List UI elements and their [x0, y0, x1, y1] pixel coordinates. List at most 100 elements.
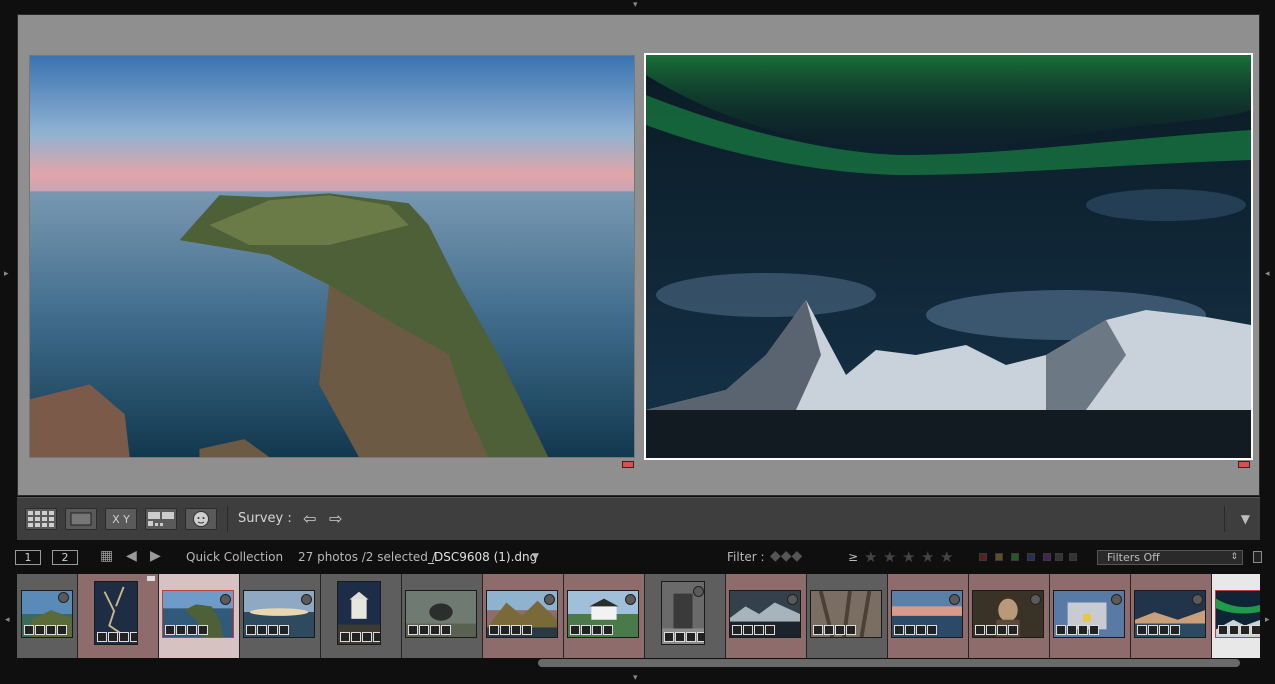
filmstrip-cell-selected[interactable] [159, 574, 240, 658]
badge-icon[interactable] [697, 632, 704, 642]
badge-icon[interactable] [108, 632, 118, 642]
source-name[interactable]: Quick Collection [186, 550, 283, 564]
badge-icon[interactable] [24, 625, 34, 635]
filmstrip-cell[interactable] [807, 574, 888, 658]
badge-icon[interactable] [894, 625, 904, 635]
filmstrip-cell[interactable] [726, 574, 807, 658]
forward-arrow-icon[interactable]: ▶ [150, 548, 161, 564]
survey-view-button[interactable] [145, 508, 177, 530]
badge-icon[interactable] [57, 625, 67, 635]
filmstrip-cell[interactable] [645, 574, 726, 658]
grid-view-button[interactable] [25, 508, 57, 530]
badge-icon[interactable] [1229, 625, 1239, 635]
color-filter-blue[interactable] [1027, 553, 1035, 561]
compare-view-button[interactable]: X Y [105, 508, 137, 530]
badge-icon[interactable] [351, 632, 361, 642]
selected-filename[interactable]: _DSC9608 (1).dng [428, 550, 537, 564]
badge-icon[interactable] [176, 625, 186, 635]
badge-icon[interactable] [268, 625, 278, 635]
survey-photo-cliff[interactable] [29, 55, 635, 458]
left-panel-toggle-icon[interactable]: ▸ [4, 270, 9, 279]
thumbnail[interactable] [1215, 590, 1260, 638]
primary-window-button[interactable]: 1 [15, 550, 41, 565]
rating-operator[interactable]: ≥ [848, 550, 858, 564]
toolbar-content-menu-icon[interactable]: ▼ [1241, 512, 1250, 526]
badge-icon[interactable] [489, 625, 499, 635]
badge-icon[interactable] [1240, 625, 1250, 635]
badge-icon[interactable] [522, 625, 532, 635]
badge-icon[interactable] [1067, 625, 1077, 635]
badge-icon[interactable] [1159, 625, 1169, 635]
badge-icon[interactable] [1148, 625, 1158, 635]
badge-icon[interactable] [246, 625, 256, 635]
badge-icon[interactable] [997, 625, 1007, 635]
filmstrip-cell[interactable] [969, 574, 1050, 658]
badge-icon[interactable] [846, 625, 856, 635]
badge-icon[interactable] [592, 625, 602, 635]
badge-icon[interactable] [986, 625, 996, 635]
badge-icon[interactable] [686, 632, 696, 642]
filmstrip-cell[interactable] [321, 574, 402, 658]
flag-filter-icon[interactable]: ◆◆◆ [770, 548, 802, 564]
people-view-button[interactable] [185, 508, 217, 530]
badge-icon[interactable] [130, 632, 137, 642]
badge-icon[interactable] [1137, 625, 1147, 635]
quick-collection-marker-icon[interactable] [625, 594, 636, 605]
badge-icon[interactable] [905, 625, 915, 635]
filename-dropdown-icon[interactable]: ▼ [532, 552, 539, 562]
quick-collection-marker-icon[interactable] [544, 594, 555, 605]
arrow-right-icon[interactable]: ⇨ [329, 509, 342, 528]
badge-icon[interactable] [1251, 625, 1260, 635]
badge-icon[interactable] [279, 625, 289, 635]
badge-icon[interactable] [570, 625, 580, 635]
badge-icon[interactable] [198, 625, 208, 635]
star-icon[interactable]: ★ [940, 548, 953, 566]
badge-icon[interactable] [35, 625, 45, 635]
right-panel-toggle-icon[interactable]: ◂ [1265, 270, 1270, 279]
quick-collection-marker-icon[interactable] [1111, 594, 1122, 605]
badge-icon[interactable] [754, 625, 764, 635]
badge-icon[interactable] [603, 625, 613, 635]
badge-icon[interactable] [500, 625, 510, 635]
filmstrip-scroll-right-icon[interactable]: ▸ [1265, 616, 1270, 625]
badge-icon[interactable] [419, 625, 429, 635]
filmstrip-cell[interactable] [564, 574, 645, 658]
filmstrip-scrollbar[interactable] [538, 659, 1240, 667]
thumbnail[interactable] [337, 581, 381, 645]
badge-icon[interactable] [165, 625, 175, 635]
color-filter-custom[interactable] [1055, 553, 1063, 561]
color-filter-green[interactable] [1011, 553, 1019, 561]
badge-icon[interactable] [257, 625, 267, 635]
loupe-view-button[interactable] [65, 508, 97, 530]
grid-view-small-icon[interactable]: ▦ [100, 548, 113, 564]
badge-icon[interactable] [675, 632, 685, 642]
badge-icon[interactable] [97, 632, 107, 642]
top-panel-toggle-icon[interactable]: ▾ [633, 1, 638, 10]
badge-icon[interactable] [430, 625, 440, 635]
filmstrip-cell[interactable] [240, 574, 321, 658]
survey-photo-aurora[interactable] [644, 53, 1253, 460]
badge-icon[interactable] [835, 625, 845, 635]
quick-collection-marker-icon[interactable] [1030, 594, 1041, 605]
back-arrow-icon[interactable]: ◀ [126, 548, 137, 564]
secondary-window-button[interactable]: 2 [52, 550, 78, 565]
arrow-left-icon[interactable]: ⇦ [303, 509, 316, 528]
filmstrip-cell[interactable] [888, 574, 969, 658]
quick-collection-marker-icon[interactable] [693, 586, 704, 597]
quick-collection-marker-icon[interactable] [58, 592, 69, 603]
badge-icon[interactable] [1089, 625, 1099, 635]
filmstrip-cell[interactable] [402, 574, 483, 658]
badge-icon[interactable] [362, 632, 372, 642]
badge-icon[interactable] [340, 632, 350, 642]
badge-icon[interactable] [408, 625, 418, 635]
badge-icon[interactable] [187, 625, 197, 635]
badge-icon[interactable] [824, 625, 834, 635]
filters-select[interactable]: Filters Off ⇕ [1097, 550, 1243, 565]
badge-icon[interactable] [1056, 625, 1066, 635]
filmstrip-cell-active[interactable] [1212, 574, 1260, 658]
badge-icon[interactable] [765, 625, 775, 635]
badge-icon[interactable] [119, 632, 129, 642]
badge-icon[interactable] [46, 625, 56, 635]
filmstrip-cell[interactable] [1050, 574, 1131, 658]
quick-collection-marker-icon[interactable] [949, 594, 960, 605]
